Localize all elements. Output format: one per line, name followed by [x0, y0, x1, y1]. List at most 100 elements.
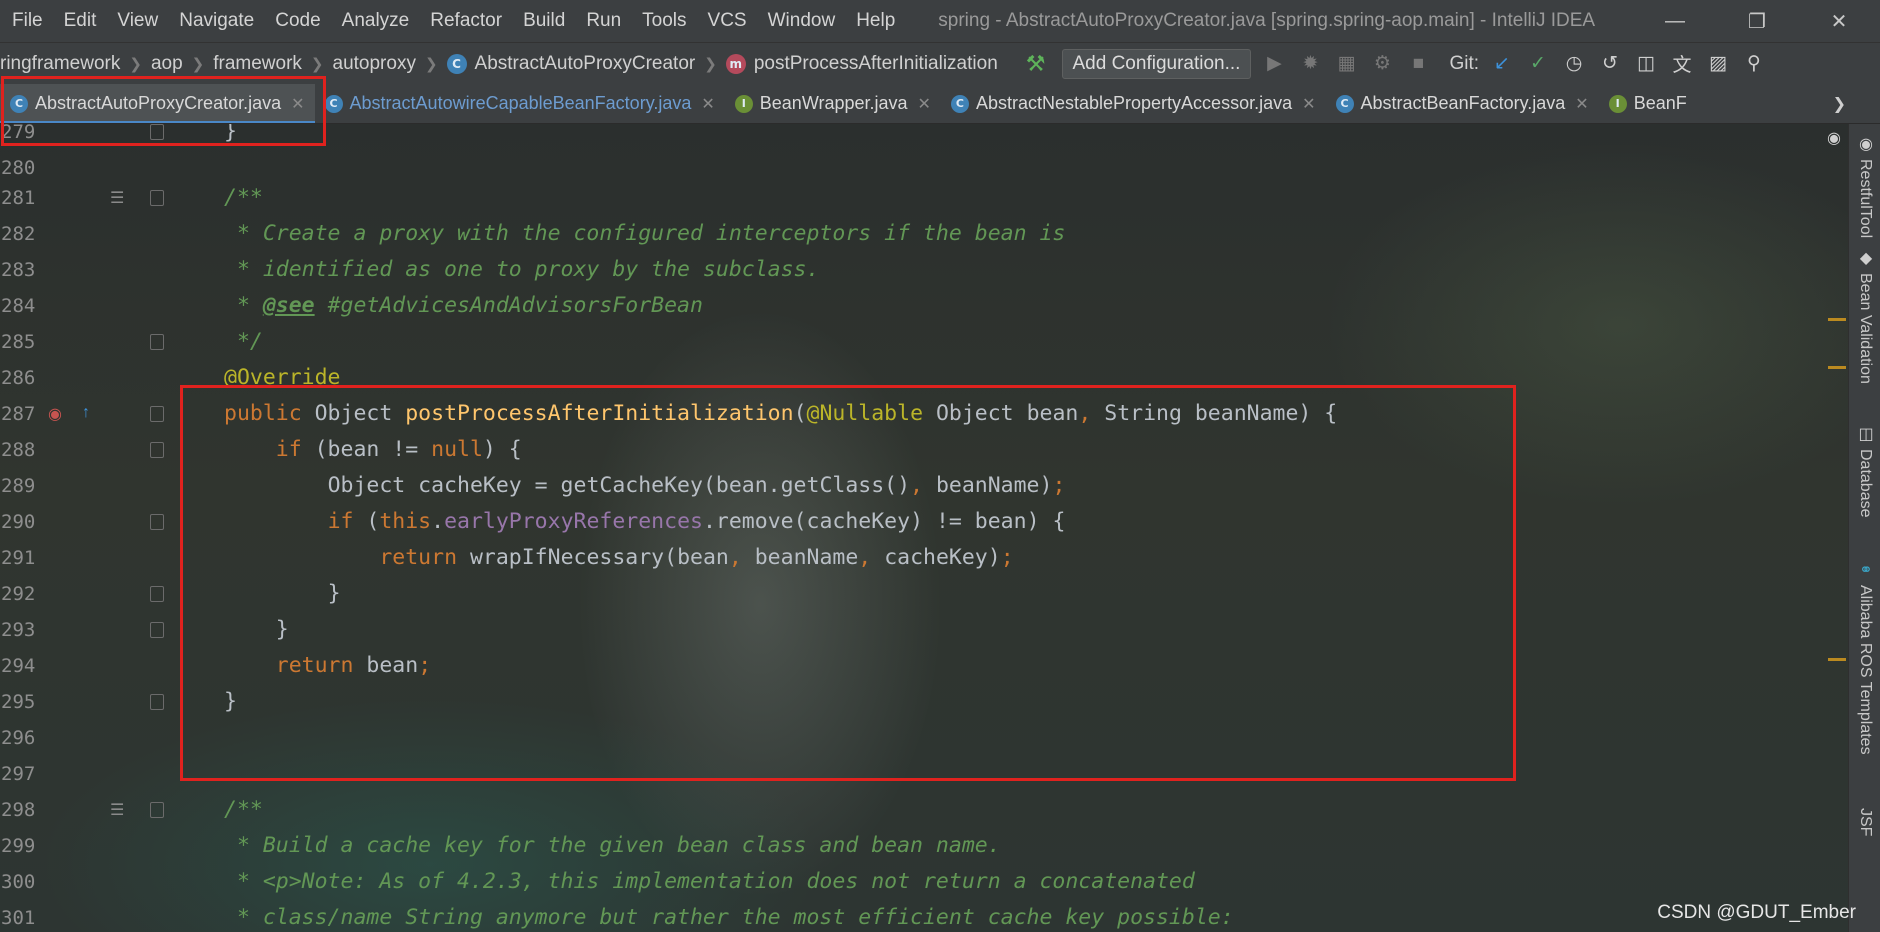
tool-window-database[interactable]: ◫ Database — [1854, 424, 1876, 518]
tool-window-label: RestfulTool — [1857, 159, 1874, 239]
gutter-row: 298 ☰ — [0, 792, 230, 828]
fold-marker-icon[interactable] — [150, 334, 164, 350]
breadcrumb-class[interactable]: C AbstractAutoProxyCreator — [446, 52, 696, 75]
menu-vcs[interactable]: VCS — [696, 10, 756, 32]
code-line: * <p>Note: As of 4.2.3, this implementat… — [224, 864, 1195, 900]
fold-marker-icon[interactable] — [150, 406, 164, 422]
tab-abstractautowirecapablebeanfactory[interactable]: C AbstractAutowireCapableBeanFactory.jav… — [315, 84, 725, 123]
implemented-up-icon[interactable]: ↑ — [82, 404, 90, 422]
breadcrumb-autoproxy[interactable]: autoproxy — [333, 53, 416, 75]
window-controls: — ❐ ✕ — [1634, 0, 1880, 42]
line-number: 301 — [1, 907, 36, 929]
class-icon: C — [1335, 94, 1354, 113]
history-icon[interactable]: ◷ — [1561, 51, 1587, 77]
breadcrumb-method[interactable]: m postProcessAfterInitialization — [725, 52, 998, 75]
fold-marker-icon[interactable] — [150, 190, 164, 206]
translate-icon[interactable]: 文 — [1669, 51, 1695, 77]
profile-icon[interactable]: ⚙ — [1369, 51, 1395, 77]
tool-window-alibaba-ros[interactable]: ⚭ Alibaba ROS Templates — [1854, 560, 1876, 755]
render-doc-icon[interactable]: ☰ — [110, 800, 124, 820]
fold-marker-icon[interactable] — [150, 442, 164, 458]
crumb-label: postProcessAfterInitialization — [753, 52, 998, 74]
override-method-icon[interactable]: ◉ — [48, 404, 62, 424]
coverage-icon[interactable]: ▦ — [1333, 51, 1359, 77]
fold-marker-icon[interactable] — [150, 802, 164, 818]
add-configuration-label: Add Configuration... — [1072, 52, 1241, 74]
project-structure-icon[interactable]: ◫ — [1633, 51, 1659, 77]
add-configuration-button[interactable]: Add Configuration... — [1061, 48, 1252, 79]
scroll-marker[interactable] — [1828, 318, 1846, 321]
gutter-row: 281 ☰ — [0, 180, 230, 216]
menu-build[interactable]: Build — [511, 10, 574, 32]
fold-marker-icon[interactable] — [150, 694, 164, 710]
menu-edit[interactable]: Edit — [52, 10, 106, 32]
breadcrumb-ringframework[interactable]: ringframework — [0, 53, 120, 75]
debug-icon[interactable]: ✹ — [1297, 51, 1323, 77]
tool-window-label: Bean Validation — [1857, 273, 1874, 384]
tool-window-jsf[interactable]: JSF — [1854, 808, 1876, 836]
stop-icon[interactable]: ■ — [1405, 51, 1431, 77]
menu-refactor[interactable]: Refactor — [418, 10, 511, 32]
window-title: spring - AbstractAutoProxyCreator.java [… — [938, 10, 1596, 31]
close-tab-icon[interactable]: ✕ — [1302, 94, 1315, 114]
doc-tag[interactable]: @see — [263, 293, 315, 318]
menu-code[interactable]: Code — [263, 10, 329, 32]
tab-label: BeanWrapper.java — [759, 93, 908, 113]
tab-abstractbeanfactory[interactable]: C AbstractBeanFactory.java ✕ — [1326, 84, 1599, 123]
menu-analyze[interactable]: Analyze — [330, 10, 419, 32]
rollback-icon[interactable]: ↺ — [1597, 51, 1623, 77]
menu-window[interactable]: Window — [756, 10, 845, 32]
tool-window-bean-validation[interactable]: ◆ Bean Validation — [1854, 248, 1876, 384]
scroll-marker[interactable] — [1828, 658, 1846, 661]
tab-label: AbstractNestablePropertyAccessor.java — [975, 93, 1293, 113]
close-tab-icon[interactable]: ✕ — [918, 94, 931, 114]
restore-icon[interactable]: ❐ — [1716, 0, 1798, 42]
menu-tools[interactable]: Tools — [630, 10, 695, 32]
close-tab-icon[interactable]: ✕ — [701, 94, 714, 114]
fold-marker-icon[interactable] — [150, 622, 164, 638]
code-line: /** — [224, 180, 263, 216]
terminal-icon[interactable]: ▨ — [1705, 51, 1731, 77]
line-number: 285 — [1, 331, 36, 353]
tab-beanwrapper[interactable]: I BeanWrapper.java ✕ — [725, 84, 941, 123]
menu-help[interactable]: Help — [844, 10, 904, 32]
crumb-label: AbstractAutoProxyCreator — [474, 52, 696, 74]
run-icon[interactable]: ▶ — [1261, 51, 1287, 77]
menu-file[interactable]: File — [0, 10, 52, 32]
build-hammer-icon[interactable]: ⚒ — [1026, 51, 1046, 77]
render-doc-icon[interactable]: ☰ — [110, 188, 124, 208]
class-icon: C — [446, 53, 467, 74]
crumb-label: framework — [213, 52, 302, 74]
search-icon[interactable]: ⚲ — [1741, 51, 1767, 77]
menu-view[interactable]: View — [105, 10, 167, 32]
breadcrumb-aop[interactable]: aop — [151, 53, 183, 75]
doc-comment: * class/name String anymore but rather t… — [224, 905, 1234, 930]
close-icon[interactable]: ✕ — [1798, 0, 1880, 42]
chevron-right-icon: ❯ — [129, 55, 142, 73]
close-tab-icon[interactable]: ✕ — [1575, 94, 1588, 114]
doc-comment: * Build a cache key for the given bean c… — [224, 833, 1001, 858]
highlight-box-method — [180, 385, 1516, 781]
tool-window-label: JSF — [1857, 808, 1874, 837]
minimize-icon[interactable]: — — [1634, 0, 1716, 42]
crumb-label: ringframework — [0, 52, 121, 74]
fold-marker-icon[interactable] — [150, 586, 164, 602]
database-icon: ◫ — [1856, 424, 1874, 443]
code-line: * Create a proxy with the configured int… — [224, 216, 1065, 252]
restful-icon: ◉ — [1856, 134, 1874, 153]
tool-window-restfultool[interactable]: ◉ RestfulTool — [1854, 134, 1876, 238]
line-number: 295 — [1, 691, 36, 713]
git-commit-icon[interactable]: ✓ — [1525, 51, 1551, 77]
fold-marker-icon[interactable] — [150, 514, 164, 530]
reader-mode-eye-icon[interactable]: ◉ — [1827, 128, 1841, 148]
menu-run[interactable]: Run — [574, 10, 630, 32]
code-line: * Build a cache key for the given bean c… — [224, 828, 1001, 864]
tab-beanf[interactable]: I BeanF — [1599, 84, 1697, 123]
breadcrumb-framework[interactable]: framework — [213, 53, 302, 75]
chevron-down-icon[interactable]: ❯ — [1833, 84, 1846, 123]
tab-abstractnestablepropertyaccessor[interactable]: C AbstractNestablePropertyAccessor.java … — [941, 84, 1326, 123]
menu-navigate[interactable]: Navigate — [167, 10, 263, 32]
scroll-marker[interactable] — [1828, 366, 1846, 369]
gutter-row: 299 — [0, 828, 230, 864]
git-update-icon[interactable]: ↙ — [1489, 51, 1515, 77]
